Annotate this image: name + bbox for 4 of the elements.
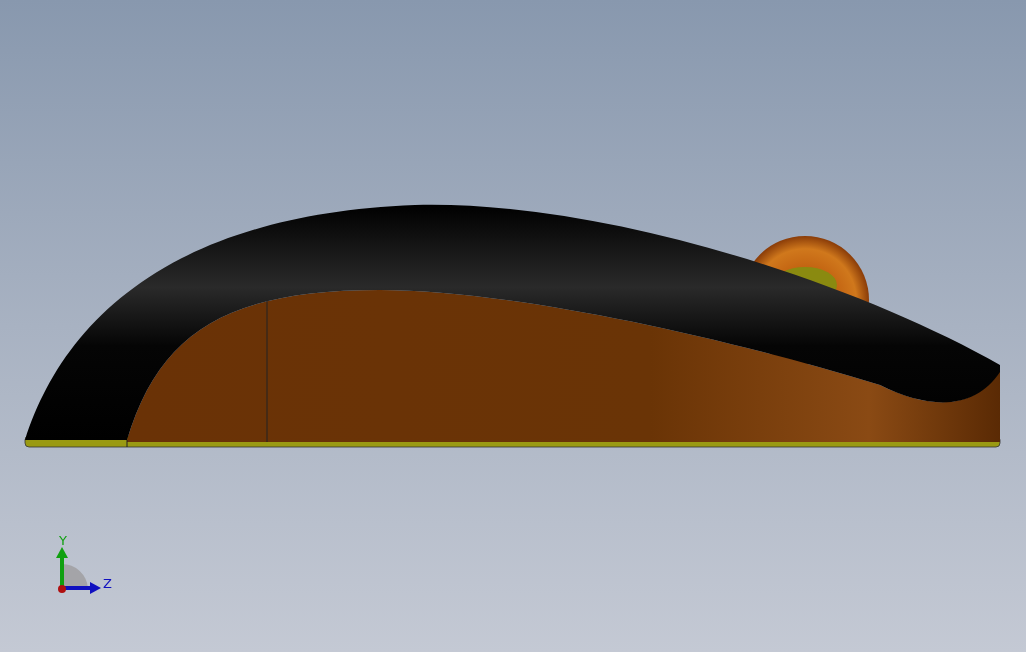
triad-plane-icon	[62, 564, 88, 588]
axis-label: Y	[59, 533, 67, 548]
axis-label: Z	[103, 576, 112, 591]
origin-dot-icon	[58, 585, 66, 593]
